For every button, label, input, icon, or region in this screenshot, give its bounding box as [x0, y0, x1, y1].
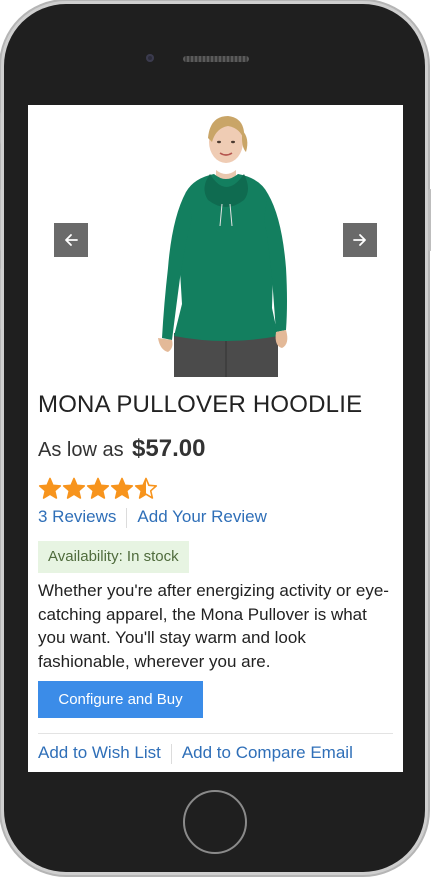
price-box: As low as $57.00	[38, 435, 205, 463]
product-image	[158, 116, 288, 377]
star-icon	[38, 477, 62, 499]
add-review-link[interactable]: Add Your Review	[137, 507, 266, 526]
product-title: MONA PULLOVER HOODLIE	[38, 391, 363, 418]
star-icon	[134, 477, 158, 499]
price-value: $57.00	[132, 435, 206, 462]
actions-divider	[38, 733, 393, 734]
configure-and-buy-button[interactable]: Configure and Buy	[38, 681, 203, 718]
divider	[170, 743, 172, 764]
side-button-volume-down	[0, 268, 1, 330]
product-description: Whether you're after energizing activity…	[38, 581, 389, 671]
front-camera	[146, 54, 154, 62]
divider	[126, 507, 128, 528]
side-button-volume-up	[0, 189, 1, 251]
product-action-links: Add to Wish List Add to Compare Email	[38, 743, 353, 764]
star-icon	[62, 477, 86, 499]
rating-stars	[38, 477, 158, 499]
home-button[interactable]	[183, 790, 247, 854]
gallery-next-button[interactable]	[343, 223, 377, 257]
star-icon	[110, 477, 134, 499]
arrow-right-icon	[353, 234, 366, 246]
star-icon	[86, 477, 110, 499]
add-to-wishlist-link[interactable]: Add to Wish List	[38, 743, 161, 762]
gallery-prev-button[interactable]	[54, 223, 88, 257]
product-gallery	[28, 105, 403, 377]
reviews-count-link[interactable]: 3 Reviews	[38, 507, 116, 526]
availability-badge: Availability: In stock	[38, 541, 189, 573]
phone-screen: MONA PULLOVER HOODLIE As low as $57.00 3…	[28, 105, 403, 772]
add-to-compare-link[interactable]: Add to Compare Email	[182, 743, 353, 762]
side-button-mute	[0, 112, 1, 144]
arrow-left-icon	[65, 234, 78, 246]
review-links: 3 Reviews Add Your Review	[38, 507, 267, 528]
price-label: As low as	[38, 439, 124, 461]
earpiece-speaker	[183, 56, 249, 62]
